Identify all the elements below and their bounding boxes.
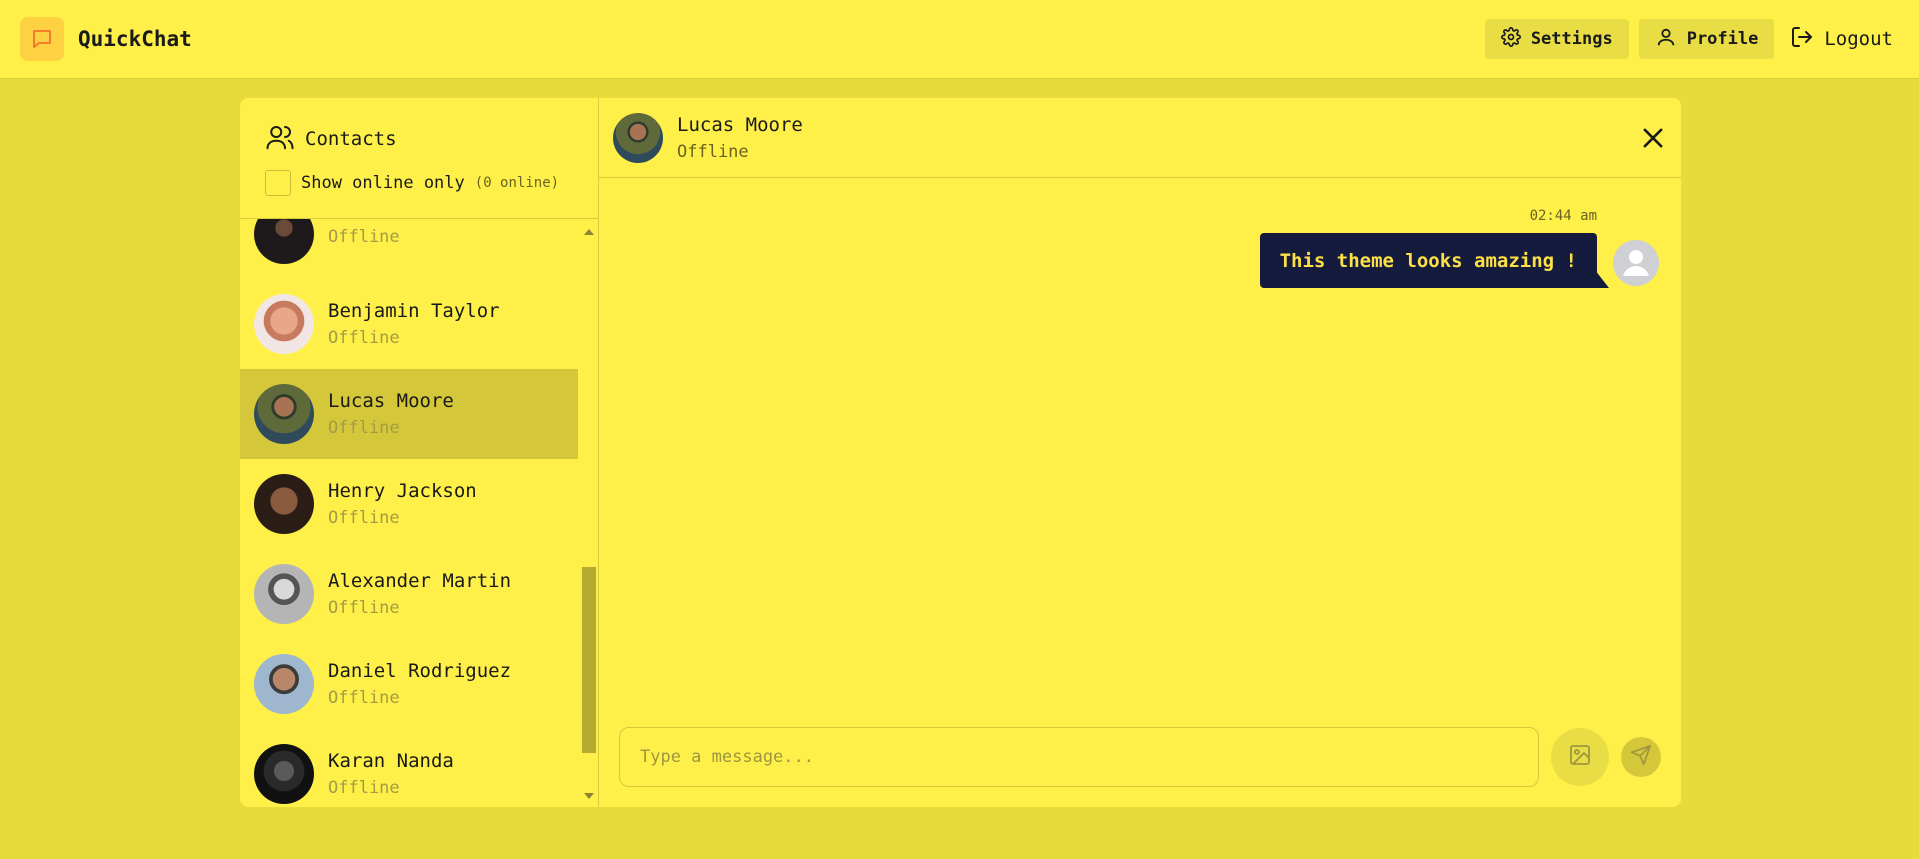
chat-card: Contacts Show online only (0 online) Off… — [240, 98, 1681, 807]
avatar — [254, 474, 314, 534]
contact-status: Offline — [328, 328, 400, 348]
settings-label: Settings — [1530, 29, 1613, 49]
send-button[interactable] — [1621, 737, 1661, 777]
chat-contact-status: Offline — [677, 141, 749, 162]
sidebar-header: Contacts Show online only (0 online) — [240, 98, 598, 219]
online-count: (0 online) — [474, 175, 560, 191]
avatar — [254, 294, 314, 354]
image-icon — [1568, 743, 1592, 771]
scroll-thumb[interactable] — [582, 567, 596, 753]
logout-icon — [1790, 25, 1814, 54]
message-time: 02:44 am — [1529, 208, 1597, 224]
avatar — [254, 384, 314, 444]
message-composer — [599, 707, 1681, 807]
chat-pane: Lucas Moore Offline 02:44 am This theme … — [599, 98, 1681, 807]
chat-header: Lucas Moore Offline — [599, 98, 1681, 178]
contact-item[interactable]: Benjamin Taylor Offline — [240, 279, 578, 369]
message-input[interactable] — [619, 727, 1539, 787]
contact-status: Offline — [328, 598, 400, 618]
chat-contact-name: Lucas Moore — [677, 113, 803, 136]
contact-name: Benjamin Taylor — [328, 300, 500, 322]
contacts-scrollbar[interactable] — [580, 219, 598, 807]
contacts-label: Contacts — [305, 128, 397, 150]
contact-name: Henry Jackson — [328, 480, 477, 502]
send-icon — [1630, 744, 1652, 770]
contact-list[interactable]: Offline Benjamin Taylor Offline Lucas Mo… — [240, 219, 598, 807]
close-icon[interactable] — [1639, 124, 1667, 152]
users-icon — [265, 122, 295, 157]
contacts-sidebar: Contacts Show online only (0 online) Off… — [240, 98, 599, 807]
bubble-tail — [1595, 270, 1609, 288]
gear-icon — [1500, 26, 1521, 52]
contact-item[interactable]: Karan Nanda Offline — [240, 729, 578, 807]
online-only-label: Show online only — [301, 173, 465, 193]
app-name: QuickChat — [78, 27, 192, 51]
chat-bubble-icon — [20, 17, 64, 61]
user-icon — [1655, 26, 1677, 53]
top-bar: QuickChat Settings Profile Logout — [0, 0, 1919, 79]
online-filter: Show online only (0 online) — [265, 170, 573, 196]
contact-status: Offline — [328, 688, 400, 708]
contact-item[interactable]: Daniel Rodriguez Offline — [240, 639, 578, 729]
avatar — [254, 219, 314, 264]
online-only-checkbox[interactable] — [265, 170, 291, 196]
contact-item[interactable]: Alexander Martin Offline — [240, 549, 578, 639]
contact-status: Offline — [328, 778, 400, 798]
contact-name: Lucas Moore — [328, 390, 454, 412]
settings-button[interactable]: Settings — [1484, 19, 1629, 59]
logout-button[interactable]: Logout — [1784, 19, 1899, 59]
avatar — [254, 744, 314, 804]
contact-status: Offline — [328, 227, 400, 247]
contact-status: Offline — [328, 418, 400, 438]
avatar — [613, 112, 663, 163]
scroll-up-arrow-icon[interactable] — [584, 229, 594, 235]
contact-name: Alexander Martin — [328, 570, 512, 592]
messages-area: 02:44 am This theme looks amazing ! — [599, 178, 1681, 707]
contact-item[interactable]: Offline — [240, 219, 578, 279]
scroll-down-arrow-icon[interactable] — [584, 793, 594, 799]
nav: Settings Profile Logout — [1484, 19, 1899, 59]
profile-button[interactable]: Profile — [1638, 19, 1775, 59]
avatar — [254, 654, 314, 714]
contacts-title: Contacts — [265, 122, 573, 156]
brand[interactable]: QuickChat — [20, 17, 192, 61]
contact-name: Karan Nanda — [328, 750, 454, 772]
profile-label: Profile — [1686, 29, 1759, 49]
default-avatar-icon — [1613, 240, 1659, 286]
contact-status: Offline — [328, 508, 400, 528]
attach-image-button[interactable] — [1551, 728, 1609, 786]
avatar — [254, 564, 314, 624]
contact-item[interactable]: Henry Jackson Offline — [240, 459, 578, 549]
logout-label: Logout — [1824, 28, 1893, 50]
contact-name: Daniel Rodriguez — [328, 660, 512, 682]
message-bubble: This theme looks amazing ! — [1259, 233, 1597, 288]
contact-item-active[interactable]: Lucas Moore Offline — [240, 369, 578, 459]
